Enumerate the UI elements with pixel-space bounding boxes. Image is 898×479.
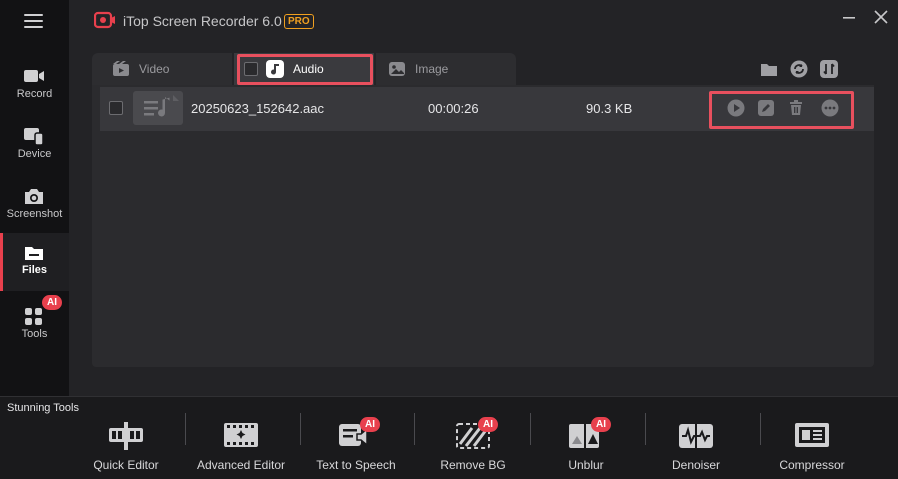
close-icon[interactable] bbox=[872, 8, 890, 26]
divider bbox=[414, 413, 415, 445]
stunning-tools-heading: Stunning Tools bbox=[7, 402, 79, 414]
tab-label: Image bbox=[415, 62, 449, 76]
remove-bg-button[interactable]: AI Remove BG bbox=[436, 417, 510, 476]
file-duration: 00:00:26 bbox=[428, 101, 479, 116]
ai-badge: AI bbox=[42, 295, 62, 310]
sidebar-item-record[interactable]: Record bbox=[0, 57, 69, 115]
ai-badge: AI bbox=[591, 417, 611, 432]
denoiser-label: Denoiser bbox=[671, 458, 721, 472]
camera-icon bbox=[24, 70, 44, 82]
sidebar-item-label: Record bbox=[16, 88, 53, 100]
minimize-icon[interactable] bbox=[840, 8, 858, 26]
image-icon bbox=[389, 62, 405, 76]
pro-badge: PRO bbox=[284, 14, 314, 29]
sort-icon[interactable] bbox=[819, 59, 839, 79]
music-note-icon bbox=[266, 60, 284, 78]
unblur-label: Unblur bbox=[568, 458, 604, 472]
folder-icon bbox=[25, 247, 43, 260]
row-checkbox[interactable] bbox=[109, 101, 123, 115]
sidebar-item-tools[interactable]: Tools AI bbox=[0, 295, 69, 355]
audio-file-thumbnail bbox=[133, 91, 183, 125]
tab-label: Audio bbox=[293, 62, 324, 76]
tab-label: Video bbox=[139, 62, 170, 76]
app-window: Record Device Screenshot Files Tools AI … bbox=[0, 0, 898, 479]
quick-editor-button[interactable]: Quick Editor bbox=[90, 418, 162, 476]
select-all-checkbox[interactable] bbox=[244, 62, 258, 76]
ai-badge: AI bbox=[478, 417, 498, 432]
divider bbox=[300, 413, 301, 445]
sidebar-item-label: Files bbox=[21, 264, 48, 276]
edit-icon[interactable] bbox=[757, 99, 775, 117]
tab-video[interactable]: Video bbox=[92, 53, 232, 85]
sidebar-item-label: Screenshot bbox=[6, 208, 63, 220]
remove-bg-label: Remove BG bbox=[440, 458, 506, 472]
tab-audio[interactable]: Audio bbox=[234, 53, 374, 85]
compressor-button[interactable]: Compressor bbox=[778, 418, 846, 476]
video-clapper-icon bbox=[113, 61, 129, 76]
compressor-icon bbox=[795, 423, 829, 447]
menu-icon[interactable] bbox=[24, 13, 43, 29]
sidebar-item-device[interactable]: Device bbox=[0, 117, 69, 175]
sidebar-item-label: Tools bbox=[21, 328, 48, 340]
refresh-icon[interactable] bbox=[789, 59, 809, 79]
quick-editor-label: Quick Editor bbox=[93, 458, 159, 472]
delete-icon[interactable] bbox=[787, 99, 805, 117]
denoiser-icon bbox=[679, 424, 713, 448]
advanced-editor-button[interactable]: Advanced Editor bbox=[195, 418, 287, 476]
more-options-icon[interactable] bbox=[821, 99, 839, 117]
sidebar-item-label: Device bbox=[17, 148, 52, 160]
file-size: 90.3 KB bbox=[586, 101, 633, 116]
app-logo-icon bbox=[94, 11, 115, 29]
advanced-editor-label: Advanced Editor bbox=[196, 458, 286, 472]
sidebar: Record Device Screenshot Files Tools AI bbox=[0, 0, 69, 396]
play-icon[interactable] bbox=[727, 99, 745, 117]
compressor-label: Compressor bbox=[779, 458, 845, 472]
file-name: 20250623_152642.aac bbox=[191, 101, 325, 116]
divider bbox=[185, 413, 186, 445]
tab-image[interactable]: Image bbox=[376, 53, 516, 85]
quick-editor-icon bbox=[109, 422, 143, 450]
grid-icon bbox=[25, 308, 42, 325]
app-title: iTop Screen Recorder 6.0 bbox=[123, 13, 282, 29]
sidebar-item-screenshot[interactable]: Screenshot bbox=[0, 177, 69, 235]
unblur-button[interactable]: AI Unblur bbox=[560, 417, 612, 476]
divider bbox=[530, 413, 531, 445]
ai-badge: AI bbox=[360, 417, 380, 432]
divider bbox=[760, 413, 761, 445]
text-to-speech-label: Text to Speech bbox=[316, 458, 396, 472]
denoiser-button[interactable]: Denoiser bbox=[666, 418, 726, 476]
advanced-editor-icon bbox=[224, 423, 258, 447]
text-to-speech-button[interactable]: AI Text to Speech bbox=[312, 417, 400, 476]
open-folder-icon[interactable] bbox=[759, 59, 779, 79]
divider bbox=[645, 413, 646, 445]
audio-file-icon bbox=[144, 95, 179, 117]
sidebar-item-files[interactable]: Files bbox=[0, 233, 69, 291]
device-icon bbox=[24, 128, 44, 146]
camera-shutter-icon bbox=[25, 189, 43, 204]
